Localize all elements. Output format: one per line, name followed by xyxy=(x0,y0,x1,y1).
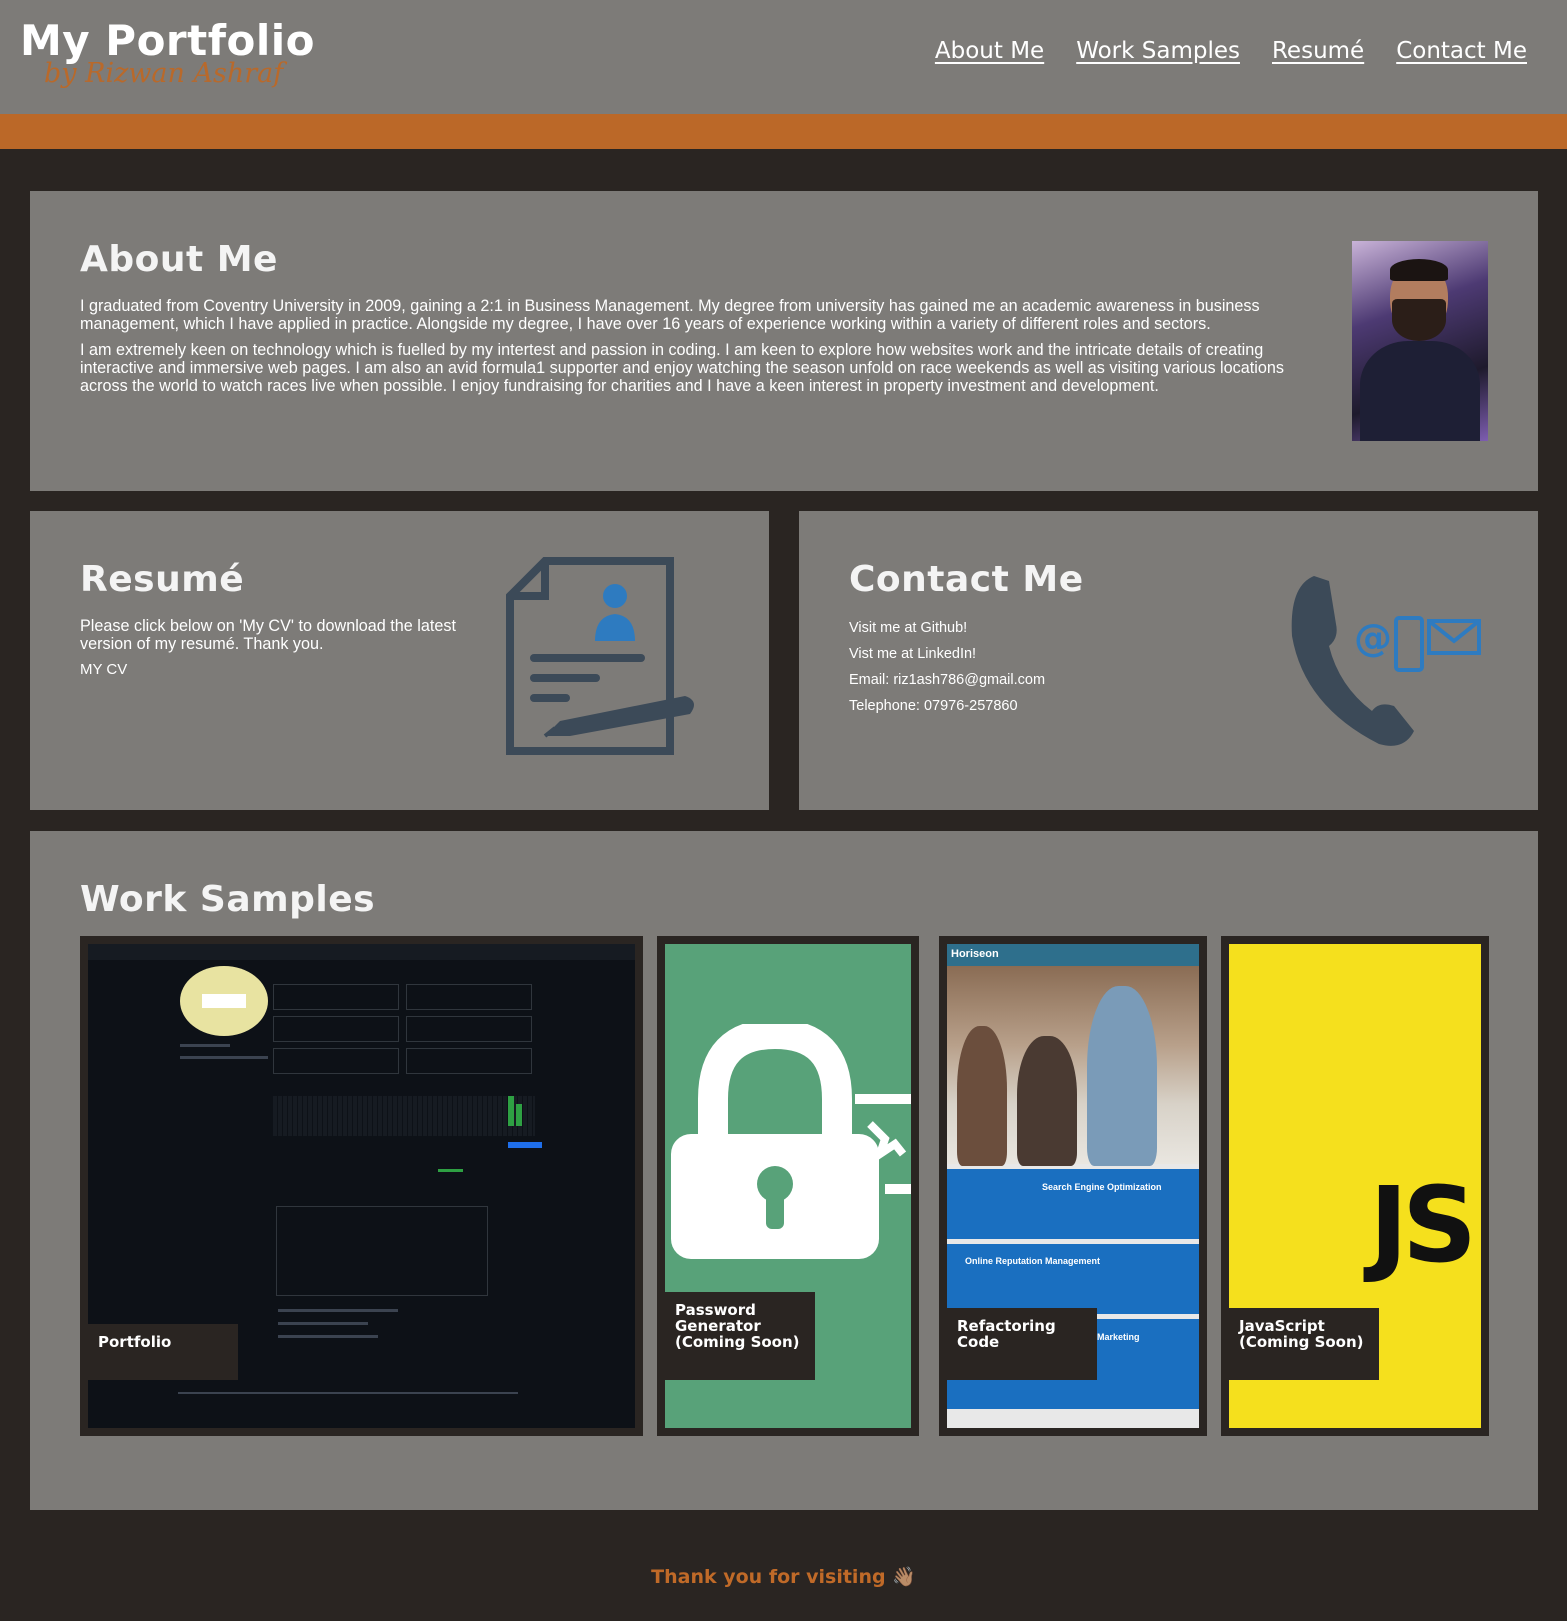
nav-link-work-samples[interactable]: Work Samples xyxy=(1076,38,1240,64)
refactoring-code-thumbnail: Horiseon Search Engine Optimization Onli… xyxy=(947,944,1199,1428)
footer-text: Thank you for visiting 👋🏽 xyxy=(651,1566,916,1588)
site-header: My Portfolio by Rizwan Ashraf About Me W… xyxy=(0,0,1567,114)
contact-list: Visit me at Github! Vist me at LinkedIn!… xyxy=(849,615,1045,719)
work-samples-section: Work Samples Portfolio Password Generato… xyxy=(30,831,1538,1510)
contact-section: Contact Me Visit me at Github! Vist me a… xyxy=(799,511,1538,810)
javascript-thumbnail: JS JavaScript (Coming Soon) xyxy=(1229,944,1481,1428)
nav-link-contact[interactable]: Contact Me xyxy=(1396,38,1527,64)
telephone-text[interactable]: Telephone: 07976-257860 xyxy=(849,693,1045,719)
horiseon-seo-title: Search Engine Optimization xyxy=(1042,1182,1162,1192)
site-subtitle: by Rizwan Ashraf xyxy=(44,58,284,89)
contact-heading: Contact Me xyxy=(849,559,1084,600)
portfolio-thumbnail: Portfolio xyxy=(88,944,635,1428)
about-paragraph-2: I am extremely keen on technology which … xyxy=(80,341,1284,395)
about-paragraph-1: I graduated from Coventry University in … xyxy=(80,297,1260,333)
github-avatar xyxy=(180,966,268,1036)
password-generator-thumbnail: Password Generator (Coming Soon) xyxy=(665,944,911,1428)
horiseon-orm-title: Online Reputation Management xyxy=(965,1256,1101,1266)
work-card-refactoring-label: Refactoring Code xyxy=(947,1308,1097,1380)
email-text[interactable]: Email: riz1ash786@gmail.com xyxy=(849,667,1045,693)
work-card-password-label: Password Generator (Coming Soon) xyxy=(665,1292,815,1380)
resume-heading: Resumé xyxy=(80,559,245,600)
github-link[interactable]: Visit me at Github! xyxy=(849,615,1045,641)
svg-text:@: @ xyxy=(1354,616,1392,660)
work-card-portfolio[interactable]: Portfolio xyxy=(80,936,643,1436)
work-card-portfolio-label: Portfolio xyxy=(88,1324,238,1380)
main-nav: About Me Work Samples Resumé Contact Me xyxy=(935,38,1527,64)
horiseon-marketing-title: Marketing xyxy=(1097,1332,1140,1342)
about-text: I graduated from Coventry University in … xyxy=(80,297,1300,403)
phone-contact-icon: @ xyxy=(1284,566,1484,756)
linkedin-link[interactable]: Vist me at LinkedIn! xyxy=(849,641,1045,667)
brand[interactable]: My Portfolio by Rizwan Ashraf xyxy=(20,18,315,90)
work-card-password-generator[interactable]: Password Generator (Coming Soon) xyxy=(657,936,919,1436)
work-samples-heading: Work Samples xyxy=(80,879,376,920)
nav-link-about[interactable]: About Me xyxy=(935,38,1044,64)
my-cv-link[interactable]: MY CV xyxy=(80,661,127,678)
nav-link-resume[interactable]: Resumé xyxy=(1272,38,1364,64)
resume-text: Please click below on 'My CV' to downloa… xyxy=(80,617,456,653)
horiseon-brand: Horiseon xyxy=(951,948,999,960)
work-card-refactoring-code[interactable]: Horiseon Search Engine Optimization Onli… xyxy=(939,936,1207,1436)
about-heading: About Me xyxy=(80,239,278,280)
profile-photo xyxy=(1352,241,1488,441)
padlock-icon xyxy=(671,1024,911,1259)
javascript-logo: JS xyxy=(1369,1164,1477,1286)
accent-bar xyxy=(0,114,1567,149)
resume-document-icon xyxy=(500,556,700,761)
about-section: About Me I graduated from Coventry Unive… xyxy=(30,191,1538,491)
resume-section: Resumé Please click below on 'My CV' to … xyxy=(30,511,769,810)
work-card-javascript-label: JavaScript (Coming Soon) xyxy=(1229,1308,1379,1380)
work-card-javascript[interactable]: JS JavaScript (Coming Soon) xyxy=(1221,936,1489,1436)
